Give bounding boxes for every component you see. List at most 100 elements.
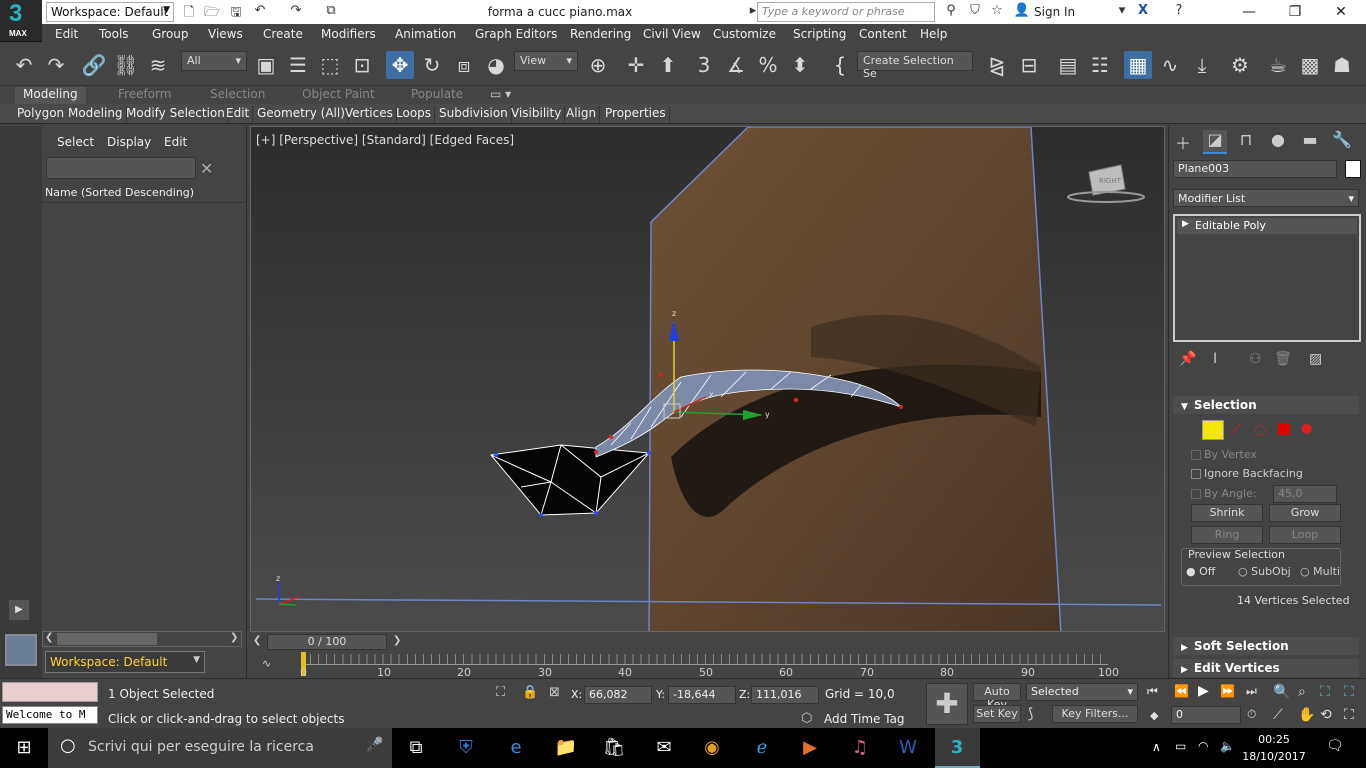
object-color-swatch[interactable] [1345, 160, 1361, 178]
loop-button[interactable]: Loop [1269, 526, 1341, 544]
current-frame-field[interactable]: 0 [1171, 706, 1241, 724]
viewcube-compass-ring[interactable] [1067, 191, 1145, 203]
wifi-icon[interactable]: ◠ [1198, 739, 1208, 753]
polygon-mode-icon[interactable] [1278, 423, 1290, 435]
3dsmax-taskbar-button[interactable]: 3 [935, 728, 980, 768]
mirror-icon[interactable]: ⧎ [983, 51, 1011, 79]
play-icon[interactable]: ▶ [1198, 683, 1209, 699]
menu-content[interactable]: Content [859, 27, 907, 41]
go-to-end-icon[interactable]: ⏭ [1246, 684, 1257, 699]
perspective-viewport[interactable]: z y x RIGHT z [+] [Perspective] [Standar… [250, 126, 1165, 632]
layer-explorer-icon[interactable]: ☷ [1086, 51, 1114, 79]
vertex-marker[interactable] [539, 513, 543, 517]
minimize-button[interactable]: — [1226, 0, 1272, 24]
maximize-viewport-icon[interactable]: ⛶ [1344, 707, 1354, 723]
vertex-marker[interactable] [494, 453, 498, 457]
make-unique-icon[interactable]: ⚇ [1249, 351, 1262, 367]
previous-key-icon[interactable]: ⏪ [1174, 684, 1189, 698]
vertex-marker[interactable] [609, 435, 613, 439]
taskbar-search-box[interactable]: ○ Scrivi qui per eseguire la ricerca 🎤 [48, 728, 392, 768]
stack-item-editable-poly[interactable]: ▶ Editable Poly [1177, 218, 1357, 234]
modify-tab-icon[interactable]: ◪ [1203, 130, 1227, 154]
by-vertex-checkbox[interactable] [1191, 450, 1201, 460]
panel-polygon-modeling[interactable]: Polygon Modeling [14, 106, 127, 123]
ring-button[interactable]: Ring [1191, 526, 1263, 544]
menu-civil-view[interactable]: Civil View [643, 27, 701, 41]
set-key-icon[interactable]: ✚ [926, 683, 968, 725]
action-center-icon[interactable]: 🗨 [1326, 738, 1344, 754]
viewport-label-menu[interactable]: [+] [Perspective] [Standard] [Edged Face… [256, 133, 514, 147]
menu-animation[interactable]: Animation [395, 27, 456, 41]
next-frame-icon[interactable]: ❯ [393, 635, 401, 646]
window-crossing-icon[interactable]: ⊡ [348, 51, 376, 79]
column-header[interactable]: Name (Sorted Descending) [42, 183, 247, 203]
select-and-rotate-icon[interactable]: ↻ [418, 51, 446, 79]
menu-rendering[interactable]: Rendering [570, 27, 631, 41]
select-object-icon[interactable]: ▣ [252, 51, 280, 79]
zoom-all-icon[interactable]: ⌕ [1298, 684, 1306, 700]
maximize-button[interactable]: ❐ [1272, 0, 1318, 24]
go-to-start-icon[interactable]: ⏮ [1147, 684, 1158, 699]
word-icon[interactable]: W [894, 734, 922, 762]
angle-snap-icon[interactable]: ∡ [722, 51, 750, 79]
hierarchy-tab-icon[interactable]: ⊓ [1234, 130, 1258, 154]
select-and-move-icon[interactable]: ✥ [386, 51, 414, 79]
store-icon[interactable]: 🛍 [600, 734, 628, 762]
explorer-workspace-dropdown[interactable]: Workspace: Default ▼ [45, 651, 205, 673]
vertex-marker[interactable] [594, 511, 598, 515]
utilities-tab-icon[interactable]: 🔧 [1330, 130, 1354, 154]
panel-edit[interactable]: Edit [223, 106, 254, 123]
new-file-icon[interactable]: 🗋 [180, 3, 198, 21]
pan-view-icon[interactable]: ✋ [1298, 707, 1315, 723]
percent-snap-icon[interactable]: % [754, 51, 782, 79]
tab-selection[interactable]: Selection [210, 87, 265, 101]
ribbon-options-icon[interactable]: ▭ ▾ [490, 87, 511, 101]
internet-explorer-icon[interactable]: ℯ [748, 734, 776, 762]
tab-modeling[interactable]: Modeling [15, 87, 86, 104]
next-key-icon[interactable]: ⏩ [1220, 684, 1235, 698]
configure-modifier-sets-icon[interactable]: ▨ [1309, 351, 1322, 367]
itunes-icon[interactable]: ♫ [846, 734, 874, 762]
select-and-scale-icon[interactable]: ⧈ [450, 51, 478, 79]
help-icon[interactable]: ? [1170, 3, 1188, 21]
bind-space-warp-icon[interactable]: ≋ [144, 51, 172, 79]
by-angle-checkbox[interactable] [1191, 489, 1201, 499]
auto-key-button[interactable]: Auto Key [973, 683, 1021, 711]
battery-icon[interactable]: ▭ [1175, 739, 1186, 753]
menu-graph-editors[interactable]: Graph Editors [475, 27, 557, 41]
x-coordinate-field[interactable]: 66,082 [584, 686, 652, 704]
material-editor-icon[interactable]: ⚙ [1226, 51, 1254, 79]
mesh-base-polygon[interactable] [490, 444, 651, 516]
z-coordinate-field[interactable]: 111,016 [751, 686, 819, 704]
layer-manager-icon[interactable]: ▤ [1054, 51, 1082, 79]
open-file-icon[interactable]: 🗁 [203, 3, 221, 21]
edge-browser-icon[interactable]: e [502, 734, 530, 762]
panel-subdivision[interactable]: Subdivision [436, 106, 512, 123]
lock-selection-icon[interactable]: 🔒 [522, 685, 538, 700]
edit-vertices-rollout-header[interactable]: ▶ Edit Vertices [1173, 659, 1359, 677]
render-production-icon[interactable]: ☗ [1328, 51, 1356, 79]
panel-loops[interactable]: Loops [393, 106, 436, 123]
tab-populate[interactable]: Populate [411, 87, 463, 101]
tab-freeform[interactable]: Freeform [118, 87, 171, 101]
key-tangent-icon[interactable]: ⟆ [1028, 706, 1033, 722]
panel-align[interactable]: Align [563, 106, 601, 123]
orbit-icon[interactable]: ⟲ [1320, 707, 1332, 723]
menu-edit[interactable]: Edit [55, 27, 78, 41]
show-end-result-icon[interactable]: Ⅰ [1213, 351, 1217, 367]
select-by-name-icon[interactable]: ☰ [284, 51, 312, 79]
soft-selection-rollout-header[interactable]: ▶ Soft Selection [1173, 637, 1359, 655]
y-coordinate-field[interactable]: -18,644 [668, 686, 736, 704]
menu-help[interactable]: Help [920, 27, 947, 41]
panel-properties[interactable]: Properties [602, 106, 670, 123]
vertex-marker[interactable] [794, 398, 798, 402]
task-view-icon[interactable]: ⧉ [402, 734, 430, 762]
track-bar-ruler[interactable] [302, 654, 1108, 665]
chevron-right-icon[interactable]: ❯ [230, 632, 238, 643]
tab-object-paint[interactable]: Object Paint [302, 87, 375, 101]
create-tab-icon[interactable]: ＋ [1171, 130, 1195, 154]
previous-frame-icon[interactable]: ❮ [253, 635, 261, 646]
ignore-backfacing-checkbox[interactable] [1191, 469, 1201, 479]
explorer-menu-edit[interactable]: Edit [164, 135, 187, 149]
select-and-place-icon[interactable]: ◕ [482, 51, 510, 79]
